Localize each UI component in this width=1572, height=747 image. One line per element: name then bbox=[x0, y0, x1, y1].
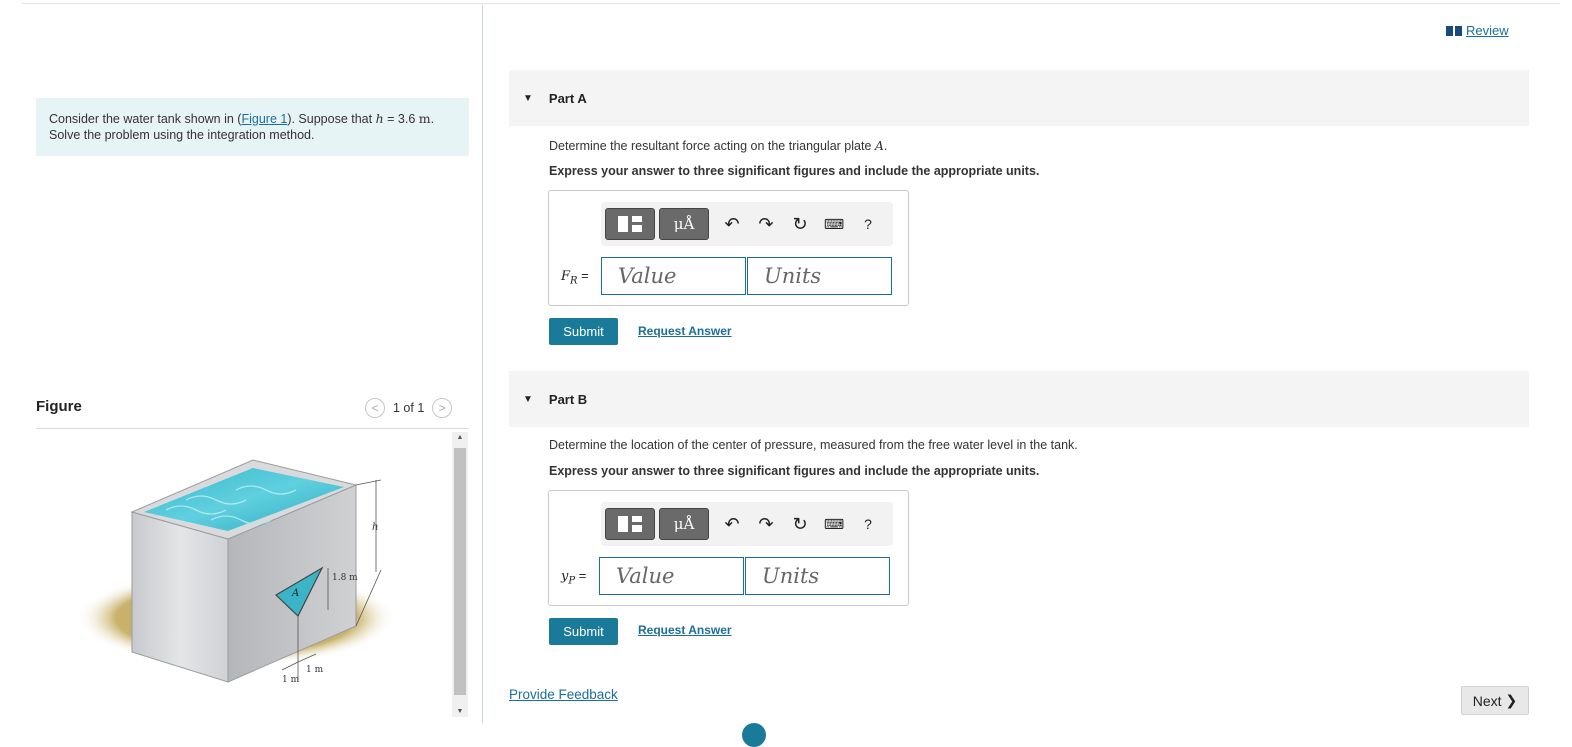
figure-pager: < 1 of 1 > bbox=[365, 398, 453, 418]
units-symbols-button[interactable]: μÅ bbox=[659, 508, 709, 540]
provide-feedback-link[interactable]: Provide Feedback bbox=[509, 687, 618, 702]
problem-line-1: Consider the water tank shown in (Figure… bbox=[49, 111, 435, 126]
figure-scrollbar[interactable]: ▲ ▼ bbox=[452, 432, 468, 717]
part-a-instruction: Express your answer to three significant… bbox=[549, 164, 1040, 178]
part-a-value-input[interactable]: Value bbox=[601, 257, 746, 295]
book-icon bbox=[1446, 25, 1462, 36]
top-rule bbox=[22, 3, 1560, 4]
problem-statement: Consider the water tank shown in (Figure… bbox=[36, 98, 469, 156]
figure-link[interactable]: Figure 1 bbox=[241, 112, 287, 126]
part-b-units-input[interactable]: Units bbox=[745, 557, 890, 595]
part-b-value-input[interactable]: Value bbox=[599, 557, 744, 595]
part-b-answer-label: yP = bbox=[561, 568, 587, 587]
part-a-title: Part A bbox=[548, 90, 587, 106]
part-a-submit-button[interactable]: Submit bbox=[549, 318, 618, 345]
width-label-2: 1 m bbox=[306, 665, 324, 675]
part-b-submit-button[interactable]: Submit bbox=[549, 618, 618, 645]
units-symbols-button[interactable]: μÅ bbox=[659, 208, 709, 240]
redo-icon[interactable]: ↷ bbox=[749, 214, 783, 235]
review-link[interactable]: Review bbox=[1446, 23, 1509, 38]
redo-icon[interactable]: ↷ bbox=[749, 514, 783, 535]
reset-icon[interactable]: ↻ bbox=[783, 514, 817, 535]
math-toolbar: μÅ ↶ ↷ ↻ ⌨ ? bbox=[601, 502, 893, 546]
chat-bubble-icon[interactable] bbox=[742, 723, 766, 747]
undo-icon[interactable]: ↶ bbox=[715, 214, 749, 235]
part-b-instruction: Express your answer to three significant… bbox=[549, 464, 1040, 478]
problem-line-2: Solve the problem using the integration … bbox=[49, 128, 315, 142]
figure-rule bbox=[36, 428, 469, 429]
collapse-triangle-icon: ▼ bbox=[523, 92, 533, 104]
water-tank-illustration: h A 1.8 m 1 m 1 m bbox=[76, 459, 396, 685]
part-a-question: Determine the resultant force acting on … bbox=[549, 138, 888, 153]
math-toolbar: μÅ ↶ ↷ ↻ ⌨ ? bbox=[601, 202, 893, 246]
help-icon[interactable]: ? bbox=[851, 516, 885, 532]
next-figure-button[interactable]: > bbox=[432, 398, 453, 418]
part-a-request-answer-link[interactable]: Request Answer bbox=[638, 324, 732, 338]
figure-image: h A 1.8 m 1 m 1 m bbox=[36, 430, 451, 720]
part-a-units-input[interactable]: Units bbox=[747, 257, 892, 295]
next-button[interactable]: Next ❯ bbox=[1461, 686, 1529, 715]
keyboard-icon[interactable]: ⌨ bbox=[817, 216, 851, 233]
templates-icon bbox=[618, 516, 642, 532]
plate-label: A bbox=[291, 588, 299, 599]
chevron-right-icon: > bbox=[438, 401, 446, 415]
keyboard-icon[interactable]: ⌨ bbox=[817, 516, 851, 533]
chevron-right-icon: ❯ bbox=[1505, 692, 1518, 708]
scroll-up-icon[interactable]: ▲ bbox=[452, 434, 468, 441]
part-b-request-answer-link[interactable]: Request Answer bbox=[638, 623, 732, 637]
h-label: h bbox=[372, 522, 378, 533]
part-b-answer-box: μÅ ↶ ↷ ↻ ⌨ ? yP = Value Units bbox=[548, 490, 909, 606]
depth-label: 1.8 m bbox=[332, 573, 358, 583]
templates-button[interactable] bbox=[605, 208, 655, 240]
tank-front-left bbox=[131, 511, 229, 683]
part-b-header[interactable]: ▼ Part B bbox=[509, 371, 1529, 427]
scrollbar-thumb[interactable] bbox=[454, 448, 466, 695]
scroll-down-icon[interactable]: ▼ bbox=[452, 708, 468, 715]
chevron-left-icon: < bbox=[371, 401, 379, 415]
part-a-header[interactable]: ▼ Part A bbox=[509, 70, 1529, 126]
reset-icon[interactable]: ↻ bbox=[783, 214, 817, 235]
figure-title: Figure bbox=[36, 398, 82, 415]
width-label-1: 1 m bbox=[282, 675, 300, 685]
part-b-title: Part B bbox=[548, 391, 588, 407]
help-icon[interactable]: ? bbox=[851, 216, 885, 232]
prev-figure-button[interactable]: < bbox=[365, 398, 385, 418]
templates-button[interactable] bbox=[605, 508, 655, 540]
part-a-answer-label: FR = bbox=[561, 268, 589, 287]
part-b-question: Determine the location of the center of … bbox=[549, 438, 1078, 452]
templates-icon bbox=[618, 216, 642, 232]
column-divider bbox=[482, 5, 483, 723]
collapse-triangle-icon: ▼ bbox=[523, 393, 533, 405]
undo-icon[interactable]: ↶ bbox=[715, 514, 749, 535]
figure-page-count: 1 of 1 bbox=[393, 401, 425, 415]
part-a-answer-box: μÅ ↶ ↷ ↻ ⌨ ? FR = Value Units bbox=[548, 190, 909, 306]
